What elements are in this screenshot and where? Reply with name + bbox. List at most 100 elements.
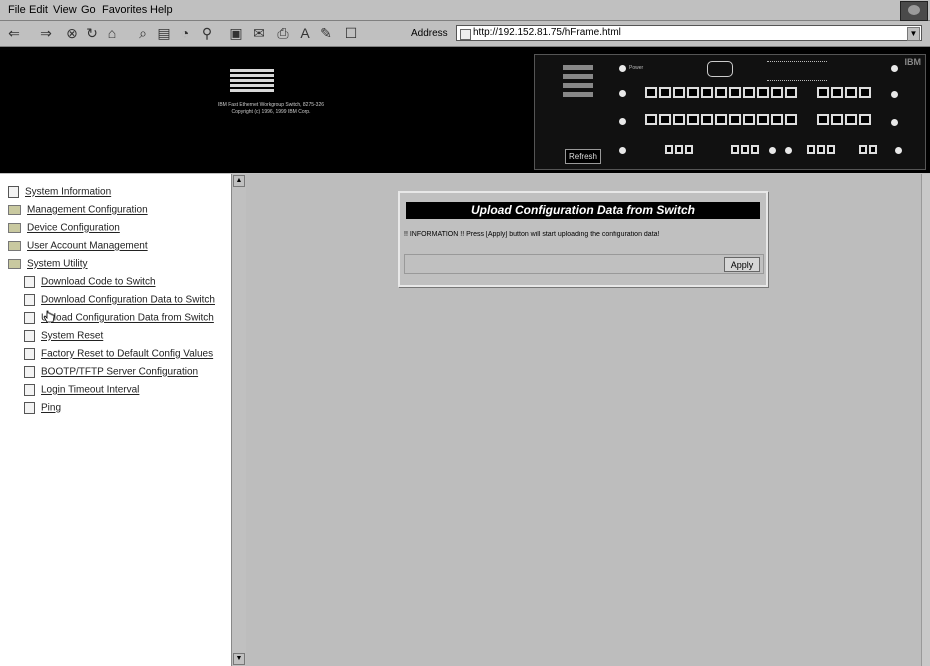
port-icon[interactable] bbox=[859, 87, 871, 98]
port-icon[interactable] bbox=[743, 114, 755, 125]
nav-item-label[interactable]: Upload Configuration Data from Switch bbox=[41, 313, 214, 324]
discuss-icon[interactable]: ☐ bbox=[343, 25, 359, 41]
favorites-icon[interactable]: ▤ bbox=[156, 25, 172, 41]
port-icon[interactable] bbox=[729, 87, 741, 98]
port-icon[interactable] bbox=[675, 145, 683, 154]
nav-item-label[interactable]: Ping bbox=[41, 403, 61, 414]
menu-edit[interactable]: Edit bbox=[29, 4, 48, 16]
port-icon[interactable] bbox=[845, 87, 857, 98]
fullscreen-icon[interactable]: ▣ bbox=[228, 25, 244, 41]
nav-item-bootp-tftp[interactable]: BOOTP/TFTP Server Configuration bbox=[24, 366, 198, 380]
nav-item-factory-reset[interactable]: Factory Reset to Default Config Values bbox=[24, 348, 213, 362]
port-icon[interactable] bbox=[751, 145, 759, 154]
nav-item-ping[interactable]: Ping bbox=[24, 402, 61, 416]
nav-item-label[interactable]: System Information bbox=[25, 187, 111, 198]
nav-item-label[interactable]: Management Configuration bbox=[27, 205, 148, 216]
port-icon[interactable] bbox=[827, 145, 835, 154]
port-icon[interactable] bbox=[701, 87, 713, 98]
content-scrollbar[interactable] bbox=[921, 174, 930, 666]
port-icon[interactable] bbox=[645, 114, 657, 125]
port-icon[interactable] bbox=[701, 114, 713, 125]
port-icon[interactable] bbox=[741, 145, 749, 154]
panel-refresh-button[interactable]: Refresh bbox=[565, 149, 601, 164]
channels-icon[interactable]: ⚲ bbox=[199, 25, 215, 41]
mail-icon[interactable]: ✉ bbox=[251, 25, 267, 41]
menu-help[interactable]: Help bbox=[150, 4, 173, 16]
port-icon[interactable] bbox=[785, 87, 797, 98]
nav-item-label[interactable]: Download Code to Switch bbox=[41, 277, 156, 288]
nav-item-download-code[interactable]: Download Code to Switch bbox=[24, 276, 156, 290]
menu-favorites[interactable]: Favorites bbox=[102, 4, 147, 16]
address-label: Address bbox=[411, 28, 448, 39]
port-icon[interactable] bbox=[807, 145, 815, 154]
port-icon[interactable] bbox=[785, 114, 797, 125]
apply-button[interactable]: Apply bbox=[724, 257, 760, 272]
chevron-down-icon[interactable]: ▼ bbox=[907, 27, 920, 41]
history-icon[interactable]: ◔ bbox=[177, 25, 193, 41]
edit-icon[interactable]: ✎ bbox=[318, 25, 334, 41]
port-icon[interactable] bbox=[645, 87, 657, 98]
search-icon[interactable]: ⌕ bbox=[135, 25, 151, 41]
nav-item-system-utility[interactable]: System Utility bbox=[8, 258, 88, 272]
nav-item-label[interactable]: User Account Management bbox=[27, 241, 148, 252]
nav-item-label[interactable]: Factory Reset to Default Config Values bbox=[41, 349, 213, 360]
back-icon[interactable]: ⇐ bbox=[6, 25, 22, 41]
stop-icon[interactable]: ⊗ bbox=[64, 25, 80, 41]
port-icon[interactable] bbox=[757, 114, 769, 125]
port-icon[interactable] bbox=[715, 87, 727, 98]
scroll-up-icon[interactable]: ▲ bbox=[233, 175, 245, 187]
nav-item-system-information[interactable]: System Information bbox=[8, 186, 111, 200]
nav-item-system-reset[interactable]: System Reset bbox=[24, 330, 103, 344]
port-icon[interactable] bbox=[665, 145, 673, 154]
forward-icon[interactable]: ⇒ bbox=[38, 25, 54, 41]
port-icon[interactable] bbox=[673, 87, 685, 98]
nav-item-label[interactable]: Download Configuration Data to Switch bbox=[41, 295, 215, 306]
menu-go[interactable]: Go bbox=[81, 4, 96, 16]
nav-item-label[interactable]: System Reset bbox=[41, 331, 103, 342]
port-icon[interactable] bbox=[817, 87, 829, 98]
port-icon[interactable] bbox=[687, 114, 699, 125]
port-icon[interactable] bbox=[859, 114, 871, 125]
menu-view[interactable]: View bbox=[53, 4, 77, 16]
port-icon[interactable] bbox=[729, 114, 741, 125]
nav-item-user-account-management[interactable]: User Account Management bbox=[8, 240, 148, 254]
nav-item-label[interactable]: System Utility bbox=[27, 259, 88, 270]
port-icon[interactable] bbox=[743, 87, 755, 98]
port-icon[interactable] bbox=[869, 145, 877, 154]
port-icon[interactable] bbox=[771, 87, 783, 98]
address-input[interactable]: http://192.152.81.75/hFrame.html ▼ bbox=[456, 25, 922, 41]
home-icon[interactable]: ⌂ bbox=[104, 25, 120, 41]
port-icon[interactable] bbox=[731, 145, 739, 154]
nav-item-device-configuration[interactable]: Device Configuration bbox=[8, 222, 120, 236]
port-icon[interactable] bbox=[771, 114, 783, 125]
port-icon[interactable] bbox=[817, 114, 829, 125]
menu-file[interactable]: File bbox=[8, 4, 26, 16]
port-icon[interactable] bbox=[831, 114, 843, 125]
nav-item-login-timeout[interactable]: Login Timeout Interval bbox=[24, 384, 139, 398]
port-icon[interactable] bbox=[817, 145, 825, 154]
print-icon[interactable]: ⎙ bbox=[275, 25, 291, 41]
font-icon[interactable]: A bbox=[297, 25, 313, 41]
port-icon[interactable] bbox=[859, 145, 867, 154]
nav-item-label[interactable]: Login Timeout Interval bbox=[41, 385, 139, 396]
port-icon[interactable] bbox=[659, 87, 671, 98]
nav-item-download-config[interactable]: Download Configuration Data to Switch bbox=[24, 294, 215, 308]
browser-throbber-icon bbox=[900, 1, 928, 21]
port-icon[interactable] bbox=[757, 87, 769, 98]
scroll-down-icon[interactable]: ▼ bbox=[233, 653, 245, 665]
nav-item-management-configuration[interactable]: Management Configuration bbox=[8, 204, 148, 218]
port-icon[interactable] bbox=[685, 145, 693, 154]
port-icon[interactable] bbox=[845, 114, 857, 125]
port-icon[interactable] bbox=[687, 87, 699, 98]
power-led-icon bbox=[619, 65, 626, 72]
led-icon bbox=[619, 118, 626, 125]
led-icon bbox=[891, 65, 898, 72]
nav-scrollbar[interactable]: ▲ ▼ bbox=[231, 174, 245, 666]
port-icon[interactable] bbox=[659, 114, 671, 125]
nav-item-label[interactable]: Device Configuration bbox=[27, 223, 120, 234]
refresh-icon[interactable]: ↻ bbox=[84, 25, 100, 41]
port-icon[interactable] bbox=[715, 114, 727, 125]
port-icon[interactable] bbox=[673, 114, 685, 125]
nav-item-label[interactable]: BOOTP/TFTP Server Configuration bbox=[41, 367, 198, 378]
port-icon[interactable] bbox=[831, 87, 843, 98]
